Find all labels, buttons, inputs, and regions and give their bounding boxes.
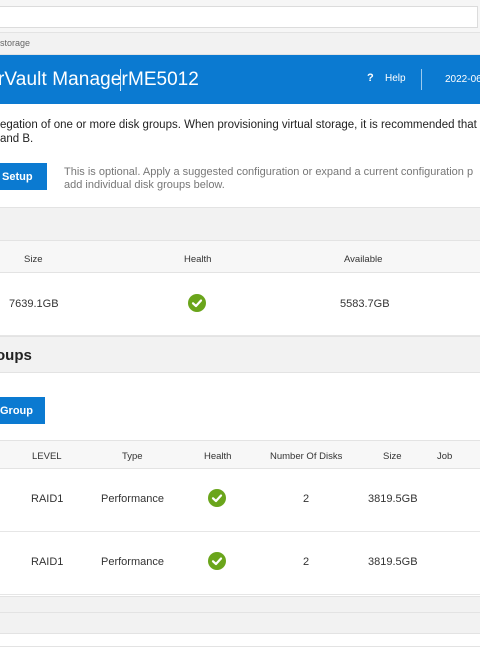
row-type: Performance (101, 556, 164, 568)
check-circle-icon (208, 552, 226, 570)
breadcrumb: storage (0, 33, 480, 55)
description-line-2: and B. (0, 133, 34, 145)
system-datetime: 2022-06 (445, 74, 480, 85)
row-disk-count: 2 (303, 493, 310, 505)
disk-groups-title: oups (0, 347, 32, 364)
row-level: RAID1 (31, 556, 64, 568)
app-header: rVault Manager ME5012 (0, 55, 480, 104)
disk-groups-table-header: LEVEL Type Health Number Of Disks Size J… (0, 440, 480, 469)
help-label: Help (385, 73, 406, 84)
check-circle-icon (208, 489, 226, 507)
question-icon: ? (367, 72, 374, 84)
storage-description: egation of one or more disk groups. When… (0, 118, 480, 146)
pool-col-health[interactable]: Health (184, 254, 211, 265)
table-row[interactable]: RAID1 Performance 2 3819.5GB (0, 532, 480, 595)
col-level[interactable]: LEVEL (32, 451, 62, 462)
setup-note-line-2: add individual disk groups below. (64, 179, 225, 191)
col-health[interactable]: Health (204, 451, 231, 462)
pool-table-header: Size Health Available (0, 241, 480, 273)
pool-col-size[interactable]: Size (24, 254, 42, 265)
col-type[interactable]: Type (122, 451, 143, 462)
address-field[interactable] (0, 6, 478, 28)
col-job[interactable]: Job (437, 451, 452, 462)
breadcrumb-storage[interactable]: storage (0, 38, 30, 48)
next-section-header (0, 612, 480, 634)
table-row[interactable]: RAID1 Performance 2 3819.5GB (0, 469, 480, 532)
row-size: 3819.5GB (368, 493, 418, 505)
storage-setup-button[interactable]: Setup (0, 163, 47, 190)
app-title: rVault Manager (0, 69, 128, 90)
pool-section-header (0, 207, 480, 241)
row-disk-count: 2 (303, 556, 310, 568)
col-size[interactable]: Size (383, 451, 401, 462)
pool-row[interactable]: 7639.1GB 5583.7GB (0, 273, 480, 336)
col-number-of-disks[interactable]: Number Of Disks (270, 451, 342, 462)
pool-col-available[interactable]: Available (344, 254, 382, 265)
pool-available: 5583.7GB (340, 298, 390, 310)
system-model: ME5012 (128, 69, 199, 90)
disk-groups-section-header: oups (0, 336, 480, 373)
pool-size: 7639.1GB (9, 298, 59, 310)
description-line-1: egation of one or more disk groups. When… (0, 119, 480, 131)
header-divider (120, 69, 121, 91)
setup-note-line-1: This is optional. Apply a suggested conf… (64, 166, 474, 178)
add-disk-group-button[interactable]: Group (0, 397, 45, 424)
header-divider-right (421, 69, 422, 90)
row-level: RAID1 (31, 493, 64, 505)
top-toolbar (0, 0, 480, 33)
row-type: Performance (101, 493, 164, 505)
section-divider (0, 596, 480, 612)
row-size: 3819.5GB (368, 556, 418, 568)
setup-note: This is optional. Apply a suggested conf… (64, 166, 473, 192)
bottom-divider (0, 646, 480, 647)
check-circle-icon (188, 294, 206, 312)
